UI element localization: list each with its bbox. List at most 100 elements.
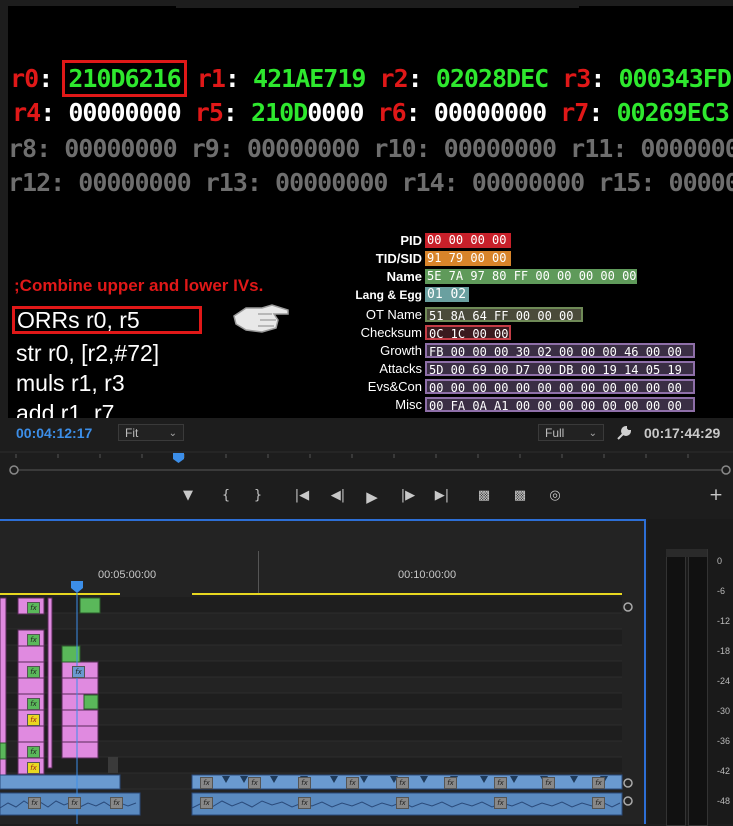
go-to-in-icon[interactable]: |◀: [292, 488, 312, 503]
reg-value: 00000000: [246, 134, 360, 163]
fx-badge-icon: fx: [72, 666, 85, 678]
meter-scale-label: -48: [717, 796, 731, 806]
fx-badge-icon: fx: [592, 797, 605, 809]
add-marker-icon[interactable]: ▼: [178, 488, 198, 503]
step-forward-icon[interactable]: |▶: [398, 488, 418, 503]
fx-badge-icon: fx: [27, 602, 40, 614]
timeline-playhead-icon[interactable]: [71, 581, 83, 593]
meter-scale-label: -30: [717, 706, 731, 716]
fx-badge-icon: fx: [444, 777, 457, 789]
field-value-pid: 00 00 00 00: [425, 233, 511, 248]
fx-badge-icon: fx: [200, 777, 213, 789]
asm-comment: ;Combine upper and lower IVs.: [14, 276, 264, 295]
extract-icon[interactable]: ▩: [510, 488, 530, 503]
reg-name: r13: [204, 168, 248, 197]
reg-name: r3: [562, 64, 591, 93]
reg-value: 00000000: [64, 134, 177, 163]
reg-name: r7: [560, 98, 589, 127]
reg-name: r4: [12, 98, 41, 127]
fx-badge-icon: fx: [27, 762, 40, 774]
fx-badge-icon: fx: [27, 666, 40, 678]
meter-scale-label: 0: [717, 556, 723, 566]
chevron-down-icon: ⌄: [588, 428, 597, 439]
export-frame-icon[interactable]: ◎: [545, 488, 565, 503]
reg-name: r11: [570, 134, 613, 163]
asm-line: muls r1, r3: [16, 370, 125, 396]
field-label-misc: Misc: [395, 397, 422, 412]
step-back-icon[interactable]: ◀|: [328, 488, 348, 503]
ruler-label: 00:10:00:00: [398, 569, 457, 581]
zoom-level-value: Fit: [125, 426, 139, 440]
fx-badge-icon: fx: [494, 777, 507, 789]
field-label-checksum: Checksum: [360, 325, 422, 340]
register-row-1: r0: 210D6216 r1: 421AE719 r2: 02028DEC r…: [10, 60, 732, 97]
meter-scale-label: -18: [717, 646, 731, 656]
meter-scale-label: -36: [717, 736, 731, 746]
field-label-lang: Lang & Egg: [355, 288, 422, 302]
reg-name: r15: [598, 168, 641, 197]
register-row-2: r4: 00000000 r5: 210D0000 r6: 00000000 r…: [12, 98, 730, 127]
lift-icon[interactable]: ▩: [474, 488, 494, 503]
playhead-timecode[interactable]: 00:04:12:17: [16, 425, 92, 441]
reg-name: r12: [8, 168, 51, 197]
meter-scale-label: -24: [717, 676, 731, 686]
fx-badge-icon: fx: [68, 797, 81, 809]
ruler-tick: [258, 551, 259, 593]
reg-value: 00000000: [68, 98, 181, 127]
monitor-control-bar: 00:04:12:17 Fit ⌄ Full ⌄ 00:17:44:29: [0, 420, 733, 446]
fx-badge-icon: fx: [396, 797, 409, 809]
reg-value: 00000000: [78, 168, 191, 197]
reg-value: 00000000: [668, 168, 733, 197]
mark-out-icon[interactable]: }: [248, 488, 268, 503]
field-label-name: Name: [386, 269, 422, 284]
reg-value: 00000000: [433, 98, 547, 127]
monitor-scrubber[interactable]: [0, 448, 733, 480]
reg-value-highlighted: 210D6216: [62, 60, 187, 97]
reg-name: r9: [190, 134, 220, 163]
field-label-tid: TID/SID: [375, 251, 422, 266]
play-icon[interactable]: ▶: [362, 488, 382, 506]
fx-badge-icon: fx: [28, 797, 41, 809]
video-frame: r0: 210D6216 r1: 421AE719 r2: 02028DEC r…: [8, 6, 733, 418]
fx-badge-icon: fx: [27, 634, 40, 646]
reg-value-lower: 0000: [307, 98, 364, 127]
field-label-pid: PID: [400, 233, 422, 248]
chevron-down-icon: ⌄: [168, 428, 177, 439]
reg-value: 00000000: [471, 168, 585, 197]
resolution-value: Full: [545, 426, 565, 440]
pointing-hand-icon: [233, 304, 289, 333]
mark-in-icon[interactable]: {: [216, 488, 236, 503]
playhead-marker: [173, 453, 184, 463]
reg-value: 00000000: [640, 134, 733, 163]
field-value-growth: FB 00 00 00 30 02 00 00 00 46 00 00: [425, 343, 695, 359]
reg-value: 421AE719: [253, 64, 366, 93]
fx-badge-icon: fx: [27, 698, 40, 710]
ruler-label: 00:05:00:00: [98, 569, 157, 581]
field-value-misc: 00 FA 0A A1 00 00 00 00 00 00 00 00: [425, 397, 695, 413]
fx-badge-icon: fx: [346, 777, 359, 789]
register-row-4: r12: 00000000 r13: 00000000 r14: 0000000…: [8, 168, 733, 197]
wrench-icon[interactable]: [616, 425, 632, 441]
button-editor-icon[interactable]: +: [706, 485, 726, 505]
reg-value: 00269EC3: [616, 98, 729, 127]
fx-badge-icon: fx: [110, 797, 123, 809]
register-row-3: r8: 00000000 r9: 00000000 r10: 00000000 …: [8, 134, 733, 163]
zoom-level-select[interactable]: Fit ⌄: [118, 424, 184, 441]
fx-badge-icon: fx: [27, 714, 40, 726]
timeline-panel[interactable]: 00:05:00:00 00:10:00:00 fx fx fx fx fx f…: [0, 519, 646, 824]
duration-timecode: 00:17:44:29: [644, 425, 721, 441]
go-to-out-icon[interactable]: ▶|: [432, 488, 452, 503]
fx-badge-icon: fx: [200, 797, 213, 809]
field-value-lang: 01 02: [425, 287, 469, 302]
transport-controls: ▼ { } |◀ ◀| ▶ |▶ ▶| ▩ ▩ ◎ +: [0, 482, 733, 512]
reg-name: r6: [377, 98, 407, 127]
field-value-attacks: 5D 00 69 00 D7 00 DB 00 19 14 05 19: [425, 361, 695, 377]
fx-badge-icon: fx: [542, 777, 555, 789]
track-area[interactable]: [0, 593, 646, 824]
reg-name: r14: [401, 168, 445, 197]
fx-badge-icon: fx: [27, 746, 40, 758]
time-ruler[interactable]: 00:05:00:00 00:10:00:00: [0, 521, 644, 595]
reg-value: 000343FD: [618, 64, 731, 93]
asm-line: str r0, [r2,#72]: [16, 340, 160, 366]
playback-resolution-select[interactable]: Full ⌄: [538, 424, 604, 441]
